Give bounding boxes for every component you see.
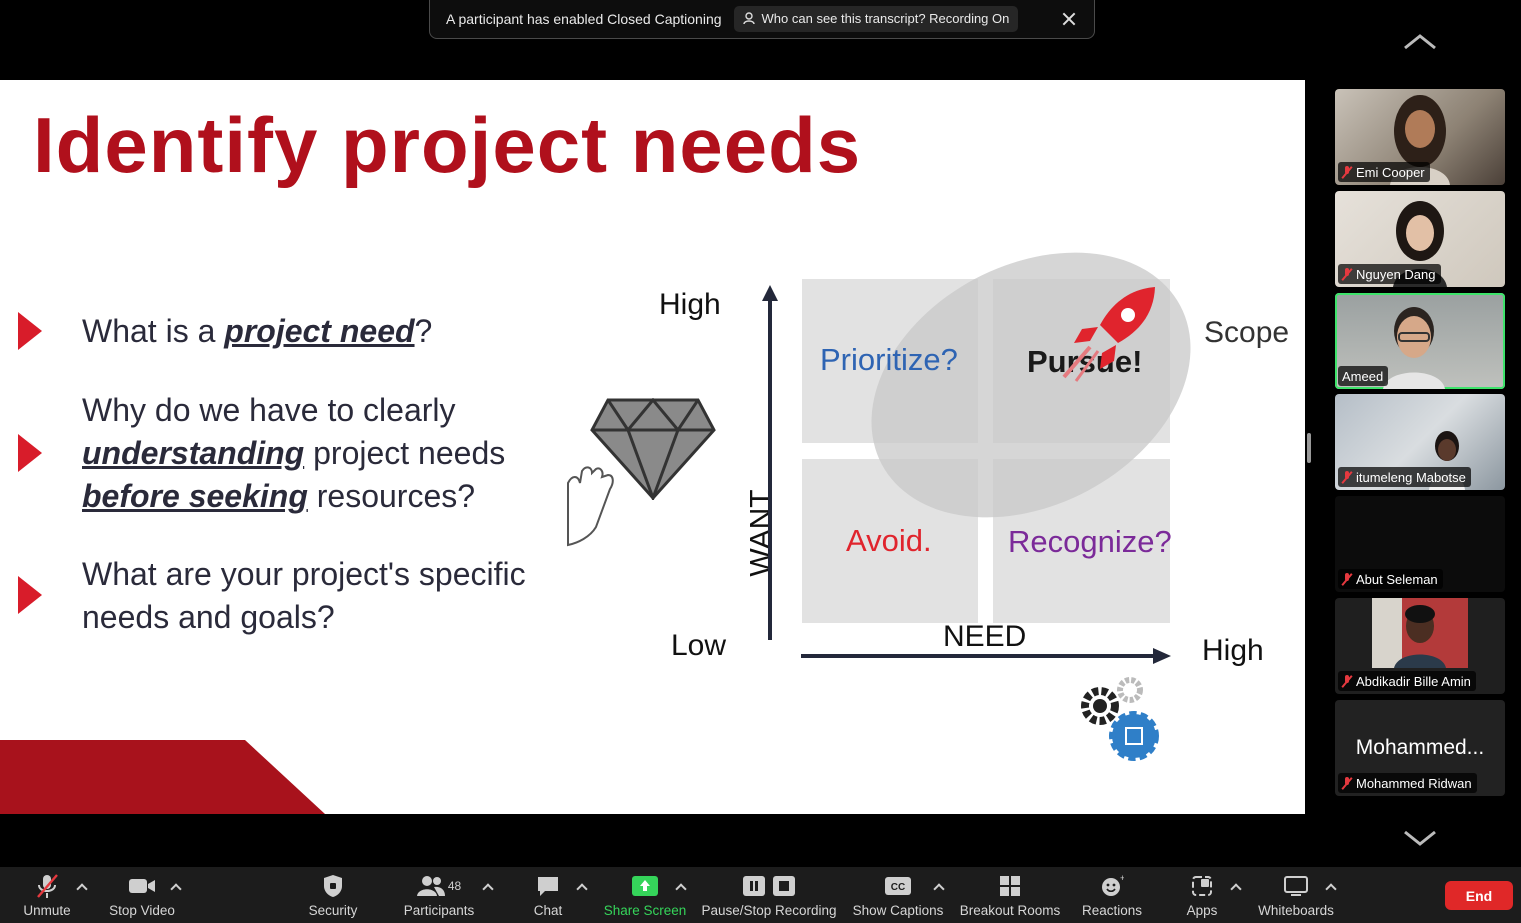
stop-video-button[interactable]: Stop Video bbox=[104, 867, 180, 923]
share-screen-button[interactable]: Share Screen bbox=[602, 867, 688, 923]
apps-button[interactable]: Apps bbox=[1180, 867, 1224, 923]
pause-stop-recording-button[interactable]: Pause/Stop Recording bbox=[701, 867, 837, 923]
chat-icon bbox=[538, 877, 558, 896]
scroll-down-icon[interactable] bbox=[1403, 828, 1437, 848]
transcript-info-label: Who can see this transcript? Recording O… bbox=[761, 11, 1010, 26]
participant-tile[interactable]: Mohammed... Mohammed Ridwan bbox=[1335, 700, 1505, 796]
pause-icon bbox=[743, 876, 765, 896]
participant-name: Emi Cooper bbox=[1338, 162, 1430, 182]
audio-options-caret[interactable] bbox=[76, 881, 88, 893]
participant-name: Nguyen Dang bbox=[1338, 264, 1441, 284]
mic-off-icon bbox=[37, 874, 58, 898]
participant-tile[interactable]: itumeleng Mabotse bbox=[1335, 394, 1505, 490]
scope-label: Scope bbox=[1204, 316, 1290, 349]
x-high-label: High bbox=[1202, 634, 1264, 667]
svg-text:+: + bbox=[1120, 874, 1124, 883]
apps-options-caret[interactable] bbox=[1230, 881, 1242, 893]
breakout-rooms-button[interactable]: Breakout Rooms bbox=[960, 867, 1060, 923]
shield-icon bbox=[324, 875, 342, 897]
mic-off-icon bbox=[1342, 268, 1352, 280]
stop-icon bbox=[773, 876, 795, 896]
participant-tile[interactable]: Emi Cooper bbox=[1335, 89, 1505, 185]
whiteboards-options-caret[interactable] bbox=[1325, 881, 1337, 893]
quadrant-avoid: Avoid. bbox=[846, 523, 932, 558]
breakout-rooms-icon bbox=[1000, 876, 1020, 896]
whiteboard-icon bbox=[1284, 876, 1308, 896]
participant-tile[interactable]: Abut Seleman bbox=[1335, 496, 1505, 592]
meeting-toolbar: Unmute Stop Video Security 48 Participan… bbox=[0, 867, 1521, 923]
chat-button[interactable]: Chat bbox=[526, 867, 570, 923]
scroll-up-icon[interactable] bbox=[1403, 32, 1437, 52]
share-options-caret[interactable] bbox=[675, 881, 687, 893]
mic-off-icon bbox=[1342, 471, 1352, 483]
y-low-label: Low bbox=[671, 629, 727, 662]
participants-button[interactable]: 48 Participants bbox=[400, 867, 478, 923]
shared-slide: Identify project needs What is a project… bbox=[0, 80, 1305, 814]
participant-tile[interactable]: Abdikadir Bille Amin bbox=[1335, 598, 1505, 694]
participant-name: Ameed bbox=[1338, 366, 1389, 386]
participant-tile-active-speaker[interactable]: Ameed bbox=[1335, 293, 1505, 389]
transcript-info-button[interactable]: Who can see this transcript? Recording O… bbox=[733, 5, 1019, 32]
reactions-button[interactable]: + Reactions bbox=[1080, 867, 1144, 923]
panel-resize-handle[interactable] bbox=[1307, 433, 1311, 463]
x-axis-arrow bbox=[801, 648, 1171, 664]
person-icon bbox=[742, 12, 755, 25]
participant-display-name: Mohammed... bbox=[1355, 736, 1485, 759]
decorative-band bbox=[0, 740, 325, 814]
participants-options-caret[interactable] bbox=[482, 881, 494, 893]
quadrant-prioritize: Prioritize? bbox=[820, 342, 958, 377]
participant-name: Abut Seleman bbox=[1338, 569, 1443, 589]
closed-caption-banner: A participant has enabled Closed Caption… bbox=[429, 0, 1095, 39]
mic-off-icon bbox=[1342, 675, 1352, 687]
reactions-icon: + bbox=[1102, 874, 1124, 896]
slide-title: Identify project needs bbox=[33, 101, 862, 189]
whiteboards-button[interactable]: Whiteboards bbox=[1256, 867, 1336, 923]
apps-icon bbox=[1192, 876, 1212, 896]
participant-count: 48 bbox=[447, 879, 462, 893]
y-axis-arrow bbox=[762, 285, 778, 640]
diamond-icon bbox=[590, 398, 716, 500]
captions-options-caret[interactable] bbox=[933, 881, 945, 893]
participant-name: itumeleng Mabotse bbox=[1338, 467, 1471, 487]
end-meeting-button[interactable]: End bbox=[1445, 881, 1513, 910]
show-captions-button[interactable]: CC Show Captions bbox=[852, 867, 944, 923]
gears-icon bbox=[1081, 677, 1159, 761]
svg-text:CC: CC bbox=[891, 882, 905, 893]
bullet-icon bbox=[18, 312, 42, 350]
close-icon[interactable] bbox=[1060, 10, 1078, 28]
mic-off-icon bbox=[1342, 777, 1352, 789]
question-3: What are your project's specific needs a… bbox=[82, 556, 526, 635]
participant-name: Mohammed Ridwan bbox=[1338, 773, 1477, 793]
bullet-icon bbox=[18, 576, 42, 614]
question-1: What is a project need? bbox=[82, 313, 433, 349]
participants-icon bbox=[416, 876, 445, 896]
participant-tile[interactable]: Nguyen Dang bbox=[1335, 191, 1505, 287]
cc-icon: CC bbox=[885, 877, 911, 895]
quadrant-recognize: Recognize? bbox=[1008, 524, 1172, 559]
participant-name: Abdikadir Bille Amin bbox=[1338, 671, 1476, 691]
video-icon bbox=[129, 879, 155, 893]
bullet-icon bbox=[18, 434, 42, 472]
security-button[interactable]: Security bbox=[302, 867, 364, 923]
video-options-caret[interactable] bbox=[170, 881, 182, 893]
mic-off-icon bbox=[1342, 573, 1352, 585]
share-screen-icon bbox=[632, 876, 658, 896]
mic-off-icon bbox=[1342, 166, 1352, 178]
question-2: Why do we have to clearly understanding … bbox=[82, 392, 506, 514]
chat-options-caret[interactable] bbox=[576, 881, 588, 893]
rocket-icon bbox=[1062, 287, 1155, 382]
caption-notice-text: A participant has enabled Closed Caption… bbox=[446, 10, 722, 27]
avatar bbox=[1383, 307, 1445, 389]
unmute-button[interactable]: Unmute bbox=[18, 867, 76, 923]
avatar bbox=[1372, 598, 1468, 668]
y-high-label: High bbox=[659, 288, 721, 321]
